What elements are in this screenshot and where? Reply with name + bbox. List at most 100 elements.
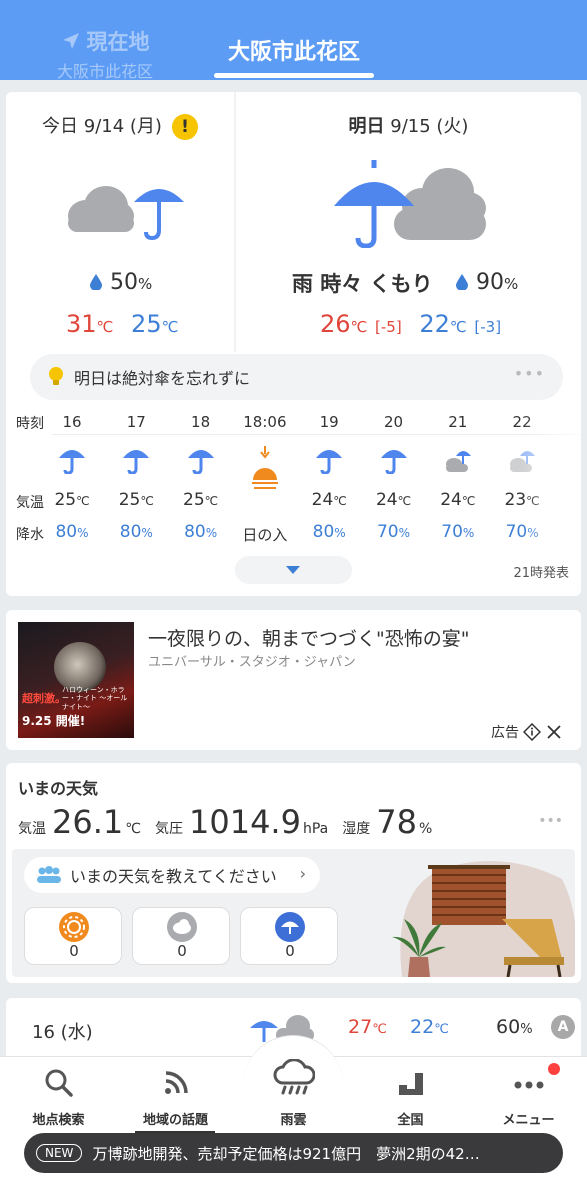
cloud-rain-icon bbox=[444, 444, 472, 474]
cloud-icon bbox=[167, 912, 197, 942]
hourly-precip: 70% bbox=[376, 522, 411, 542]
scroll-fade bbox=[521, 404, 581, 544]
vote-cloudy-button[interactable]: 0 bbox=[132, 907, 230, 965]
tip-text: 明日は絶対傘を忘れずに bbox=[74, 369, 251, 388]
current-location-city: 大阪市此花区 bbox=[56, 62, 153, 81]
chevron-down-icon bbox=[286, 566, 300, 574]
info-icon[interactable] bbox=[523, 723, 541, 741]
umbrella-icon bbox=[275, 912, 305, 942]
hourly-time: 16 bbox=[62, 413, 82, 431]
rain-cloud-icon bbox=[273, 1059, 315, 1095]
ad-title[interactable]: 一夜限りの、朝までつづく"恐怖の宴" bbox=[148, 624, 469, 651]
tomorrow-pop: 90% bbox=[456, 270, 518, 295]
rain-cloud-icon bbox=[334, 160, 486, 248]
expand-button[interactable] bbox=[235, 556, 352, 584]
tip-banner[interactable]: 明日は絶対傘を忘れずに ••• bbox=[30, 354, 563, 400]
current-temp: 26.1 bbox=[52, 803, 124, 841]
tab-selected-city[interactable]: 大阪市此花区 bbox=[214, 34, 374, 66]
search-icon bbox=[45, 1069, 73, 1097]
current-readings: 気温 26.1 ℃ 気圧 1014.9 hPa 湿度 78% bbox=[18, 803, 433, 841]
today-temps: 31℃ 25℃ bbox=[66, 310, 178, 338]
today-title: 今日 9/14 (月)! bbox=[6, 112, 234, 140]
forecast-card: 今日 9/14 (月)! 50% 31℃ 25℃ 明日 9/15 (火) 雨 時… bbox=[6, 92, 581, 596]
bottom-nav: 地点検索 地域の話題 雨雲 全国 メニュー bbox=[0, 1035, 587, 1200]
nav-menu[interactable]: メニュー bbox=[470, 1057, 587, 1137]
current-humidity: 78 bbox=[376, 803, 417, 841]
ad-label: 広告 bbox=[491, 722, 563, 742]
hourly-temp: 24℃ bbox=[311, 490, 347, 510]
issued-time: 21時発表 bbox=[513, 566, 569, 581]
today-min-temp: 25℃ bbox=[131, 310, 179, 338]
report-weather-button[interactable]: いまの天気を教えてください › bbox=[24, 857, 320, 893]
ad-card[interactable]: ハロウィーン・ホラー・ナイト ～オールナイト～ 超刺激。 9.25 開催! 一夜… bbox=[6, 610, 581, 750]
sun-icon bbox=[59, 912, 89, 942]
hourly-time: 21 bbox=[448, 413, 468, 431]
current-pressure: 1014.9 bbox=[188, 803, 301, 841]
location-arrow-icon bbox=[62, 33, 79, 49]
news-ticker[interactable]: NEW 万博跡地開発、売却予定価格は921億円 夢洲2期の42… bbox=[24, 1133, 563, 1173]
app-header: 現在地 大阪市此花区 大阪市此花区 bbox=[0, 0, 587, 82]
vote-sunny-button[interactable]: 0 bbox=[24, 907, 122, 965]
notification-dot bbox=[548, 1063, 560, 1075]
hourly-forecast[interactable]: 時刻 気温 降水 16 25℃ 80% 17 25℃ 80% 18 25℃ 80% 18:06 日の… bbox=[6, 404, 581, 544]
hourly-temp: 25℃ bbox=[118, 490, 154, 510]
daily-pop: 60% bbox=[496, 1016, 533, 1038]
tomorrow-title: 明日 9/15 (火) bbox=[348, 116, 469, 137]
rain-icon bbox=[187, 444, 215, 475]
more-icon[interactable]: ••• bbox=[538, 813, 563, 829]
ad-image[interactable]: ハロウィーン・ホラー・ナイト ～オールナイト～ 超刺激。 9.25 開催! bbox=[18, 622, 134, 738]
tab-indicator bbox=[214, 73, 374, 78]
nav-local-topics[interactable]: 地域の話題 bbox=[117, 1057, 234, 1137]
daily-max-temp: 27℃ bbox=[348, 1016, 387, 1038]
nav-search[interactable]: 地点検索 bbox=[0, 1057, 117, 1137]
tomorrow-temps: 26℃ [-5] 22℃ [-3] bbox=[320, 310, 501, 338]
nav-nationwide[interactable]: 全国 bbox=[352, 1057, 469, 1137]
divider bbox=[52, 434, 581, 435]
ad-image-event: ハロウィーン・ホラー・ナイト ～オールナイト～ bbox=[62, 686, 128, 711]
daily-date: 16 (水) bbox=[32, 1022, 93, 1043]
cloud-rain-icon bbox=[68, 186, 184, 241]
more-icon bbox=[514, 1081, 544, 1089]
sunset-icon bbox=[251, 444, 279, 494]
nav-rain-radar[interactable]: 雨雲 bbox=[235, 1057, 352, 1137]
ad-image-face bbox=[54, 642, 106, 692]
chevron-right-icon: › bbox=[299, 864, 306, 883]
today-forecast[interactable]: 今日 9/14 (月)! 50% 31℃ 25℃ bbox=[6, 92, 234, 352]
hourly-precip: 70% bbox=[441, 522, 475, 542]
tomorrow-max-temp: 26℃ [-5] bbox=[320, 310, 402, 338]
current-location-label: 現在地 bbox=[86, 30, 150, 54]
hourly-temp: 25℃ bbox=[54, 490, 90, 510]
rain-icon bbox=[380, 444, 408, 475]
vote-rainy-button[interactable]: 0 bbox=[240, 907, 338, 965]
rain-icon bbox=[58, 444, 86, 475]
rain-icon bbox=[122, 444, 150, 475]
tab-current-location[interactable]: 現在地 大阪市此花区 bbox=[40, 26, 170, 82]
ad-image-tagline: 超刺激。 bbox=[22, 692, 66, 705]
hourly-precip: 80% bbox=[184, 522, 218, 542]
new-badge: NEW bbox=[36, 1144, 83, 1162]
rss-icon bbox=[165, 1071, 188, 1094]
hourly-precip: 80% bbox=[119, 522, 153, 542]
raindrop-icon bbox=[90, 274, 102, 290]
current-weather-card: いまの天気 気温 26.1 ℃ 気圧 1014.9 hPa 湿度 78% ••• いまの天… bbox=[6, 763, 581, 983]
daily-min-temp: 22℃ bbox=[410, 1016, 449, 1038]
warning-icon[interactable]: ! bbox=[171, 114, 198, 140]
hourly-time: 17 bbox=[126, 413, 146, 431]
lightbulb-icon bbox=[49, 367, 63, 385]
daily-badge: A bbox=[551, 1015, 575, 1039]
hourly-time: 20 bbox=[383, 413, 404, 431]
hourly-precip: 日の入 bbox=[242, 526, 288, 544]
ticker-text: 万博跡地開発、売却予定価格は921億円 夢洲2期の42… bbox=[92, 1144, 480, 1163]
hourly-temp: 24℃ bbox=[440, 490, 476, 510]
bar-chart-icon bbox=[399, 1073, 423, 1095]
hourly-precip: 80% bbox=[312, 522, 346, 542]
people-icon bbox=[37, 866, 61, 883]
close-icon[interactable] bbox=[545, 723, 563, 741]
tomorrow-forecast[interactable]: 明日 9/15 (火) 雨 時々 くもり 90% 26℃ [-5] 22℃ [-… bbox=[236, 92, 581, 352]
hourly-time: 18 bbox=[191, 413, 211, 431]
hourly-temp: 24℃ bbox=[375, 490, 412, 510]
weather-report-area: いまの天気を教えてください › 0 0 0 bbox=[12, 849, 575, 977]
tip-more-icon[interactable]: ••• bbox=[514, 364, 545, 383]
current-heading: いまの天気 bbox=[18, 779, 99, 798]
today-max-temp: 31℃ bbox=[66, 310, 114, 338]
